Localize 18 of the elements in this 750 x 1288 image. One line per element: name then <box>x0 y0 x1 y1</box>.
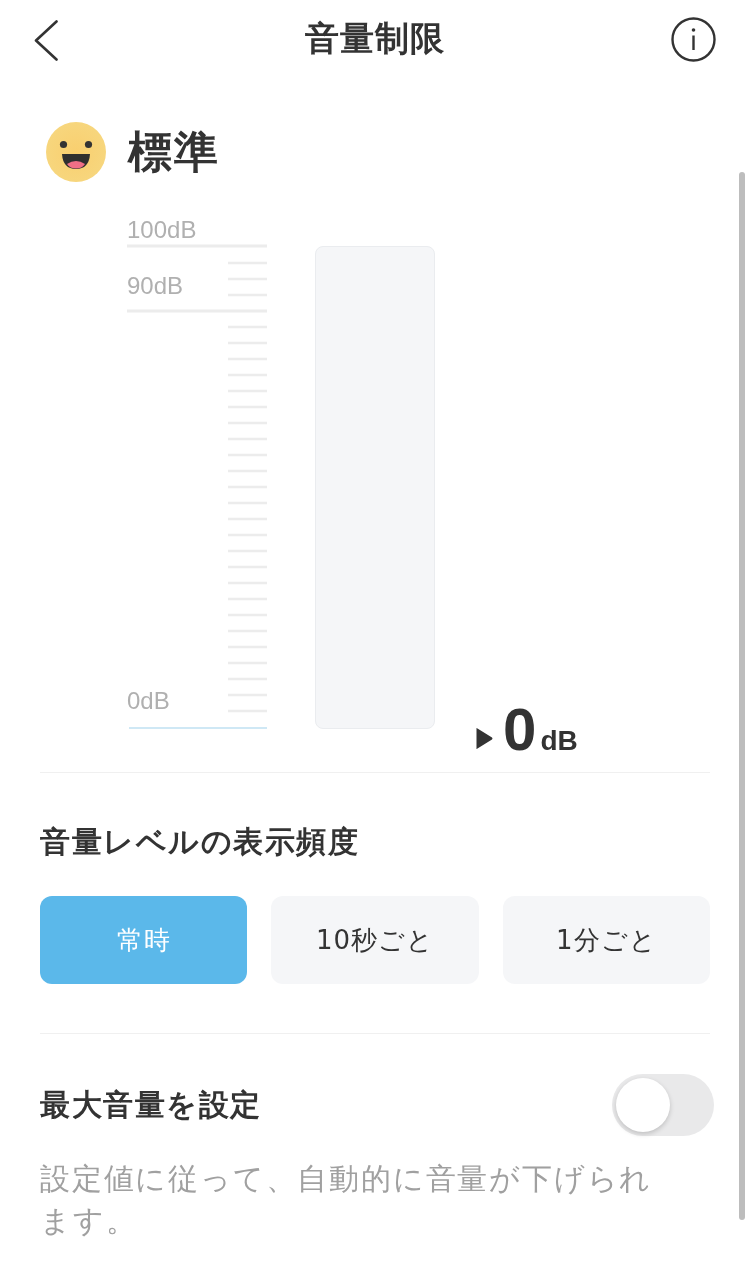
level-label: 標準 <box>128 125 220 179</box>
reading-unit: dB <box>540 727 578 755</box>
info-button[interactable] <box>671 16 716 62</box>
reading-value: 0 <box>503 700 537 760</box>
smiley-icon <box>46 122 106 182</box>
info-icon <box>671 16 716 62</box>
section-title: 音量レベルの表示頻度 <box>40 823 360 861</box>
frequency-option[interactable]: 10秒ごと <box>271 896 479 984</box>
setting-description: 設定値に従って、自動的に音量が下げられます。 <box>40 1160 654 1240</box>
back-button[interactable] <box>34 19 58 61</box>
scale-label: 0dB <box>127 687 170 714</box>
page-title: 音量制限 <box>305 17 445 60</box>
frequency-option[interactable]: 1分ごと <box>502 896 710 984</box>
back-icon <box>34 19 58 61</box>
setting-label: 最大音量を設定 <box>40 1085 262 1124</box>
scale-label: 90dB <box>127 271 184 299</box>
scale-label: 100dB <box>127 215 197 243</box>
pointer-icon <box>475 727 493 750</box>
